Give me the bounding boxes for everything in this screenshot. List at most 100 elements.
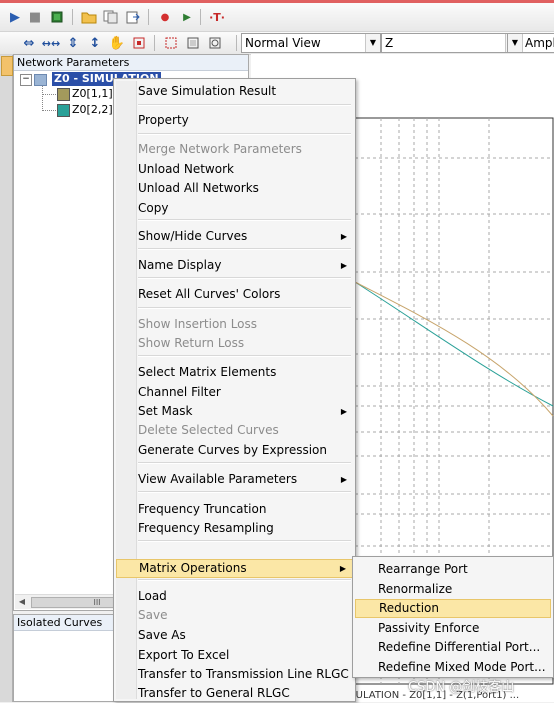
left-dock-strip — [0, 55, 13, 702]
menu-item-transfer-to-transmission-line-rlgc[interactable]: Transfer to Transmission Line RLGC — [116, 665, 353, 684]
stop-icon[interactable]: ■ — [26, 8, 44, 26]
panel-header: Network Parameters — [14, 55, 248, 71]
toolbar-separator — [148, 9, 149, 25]
menu-item-label: Save As — [138, 628, 186, 642]
menu-item-show-hide-curves[interactable]: Show/Hide Curves ▶ — [116, 227, 353, 246]
submenu-item-passivity-enforce[interactable]: Passivity Enforce — [355, 619, 551, 638]
chevron-down-icon: ▼ — [508, 34, 523, 52]
menu-separator — [138, 219, 351, 221]
text-tool-icon[interactable]: ·T· — [208, 8, 226, 26]
menu-item-label: Export To Excel — [138, 648, 230, 662]
menu-item-property[interactable]: Property — [116, 111, 353, 130]
tree-collapse-toggle[interactable]: − — [20, 74, 32, 86]
menu-item-label: Unload All Networks — [138, 181, 259, 195]
curve-color-swatch[interactable] — [57, 104, 70, 117]
chip-icon[interactable] — [48, 8, 66, 26]
select-rect-icon[interactable] — [162, 34, 180, 52]
menu-item-name-display[interactable]: Name Display ▶ — [116, 256, 353, 275]
menu-item-matrix-operations[interactable]: Matrix Operations ▶ — [116, 559, 353, 578]
toolbar-separator — [236, 35, 237, 51]
menu-separator — [138, 307, 351, 309]
menu-item-transfer-to-general-rlgc[interactable]: Transfer to General RLGC — [116, 684, 353, 703]
menu-separator — [138, 491, 351, 493]
toolbar-separator — [154, 35, 155, 51]
menu-item-export-to-excel[interactable]: Export To Excel — [116, 646, 353, 665]
submenu-arrow-icon: ▶ — [340, 475, 347, 484]
reset-zoom-icon[interactable] — [206, 34, 224, 52]
menu-separator — [138, 277, 351, 279]
menu-item-label: Show Return Loss — [138, 336, 245, 350]
menu-item-copy[interactable]: Copy — [116, 199, 353, 218]
menu-item-save: Save — [116, 606, 353, 625]
submenu-item-redefine-differential-port[interactable]: Redefine Differential Port... — [355, 638, 551, 657]
submenu-item-label: Redefine Mixed Mode Port... — [378, 659, 546, 674]
menu-item-label: Transfer to Transmission Line RLGC — [138, 667, 349, 681]
menu-separator — [138, 540, 351, 542]
menu-separator — [138, 579, 351, 581]
menu-item-save-simulation-result[interactable]: Save Simulation Result — [116, 82, 353, 101]
menu-item-select-matrix-elements[interactable]: Select Matrix Elements — [116, 363, 353, 382]
menu-item-label: Delete Selected Curves — [138, 423, 279, 437]
submenu-arrow-icon: ▶ — [340, 232, 347, 241]
menu-item-frequency-truncation[interactable]: Frequency Truncation — [116, 500, 353, 519]
menu-item-label: Unload Network — [138, 162, 234, 176]
parameter-select[interactable]: Z ▼ — [381, 33, 521, 53]
play-icon[interactable]: ▶ — [6, 8, 24, 26]
step-icon[interactable]: ▶ — [178, 8, 196, 26]
copy-network-icon[interactable] — [102, 8, 120, 26]
submenu-item-renormalize[interactable]: Renormalize — [355, 580, 551, 599]
menu-item-label: Load — [138, 589, 167, 603]
view-mode-select[interactable]: Normal View ▼ — [241, 33, 381, 53]
menu-item-label: Property — [138, 113, 189, 127]
fit-icon[interactable] — [184, 34, 202, 52]
zoom-box-icon[interactable] — [130, 34, 148, 52]
menu-item-label: Set Mask — [138, 404, 193, 418]
menu-item-frequency-resampling[interactable]: Frequency Resampling — [116, 519, 353, 538]
curve-color-swatch[interactable] — [57, 88, 70, 101]
submenu-item-label: Rearrange Port — [378, 562, 468, 576]
export-icon[interactable] — [124, 8, 142, 26]
main-toolbar: ▶ ■ ● ▶ ·T· — [0, 3, 554, 32]
tree-line — [42, 94, 56, 96]
view-toolbar: ⇔ ↔↔ ⇕ ↕ ✋ Normal View ▼ Z ▼ ▼ Ampl — [0, 32, 554, 55]
pan-horizontal-icon[interactable]: ⇔ — [20, 34, 38, 52]
menu-item-reset-all-curves-colors[interactable]: Reset All Curves' Colors — [116, 285, 353, 304]
chevron-down-icon: ▼ — [365, 34, 380, 52]
format-select[interactable]: ▼ Ampl — [507, 33, 554, 53]
menu-item-save-as[interactable]: Save As — [116, 626, 353, 645]
submenu-item-label: Reduction — [379, 601, 439, 615]
submenu-item-reduction[interactable]: Reduction — [355, 599, 551, 618]
submenu-arrow-icon: ▶ — [340, 261, 347, 270]
menu-item-label: Frequency Resampling — [138, 521, 274, 535]
submenu-arrow-icon: ▶ — [340, 407, 347, 416]
menu-item-load[interactable]: Load — [116, 587, 353, 606]
menu-item-set-mask[interactable]: Set Mask ▶ — [116, 402, 353, 421]
dock-tab[interactable] — [1, 56, 13, 76]
toolbar-separator — [200, 9, 201, 25]
zoom-horizontal-icon[interactable]: ↔↔ — [42, 34, 60, 52]
menu-separator — [138, 133, 351, 135]
menu-item-unload-all-networks[interactable]: Unload All Networks — [116, 179, 353, 198]
toolbar-separator — [72, 9, 73, 25]
submenu-item-label: Passivity Enforce — [378, 620, 480, 635]
menu-item-channel-filter[interactable]: Channel Filter — [116, 383, 353, 402]
zoom-vertical-icon[interactable]: ↕ — [86, 34, 104, 52]
menu-separator — [138, 248, 351, 250]
submenu-item-rearrange-port[interactable]: Rearrange Port — [355, 560, 551, 579]
open-folder-icon[interactable] — [80, 8, 98, 26]
view-mode-value: Normal View — [245, 36, 321, 50]
menu-item-view-available-parameters[interactable]: View Available Parameters ▶ — [116, 470, 353, 489]
menu-item-generate-curves-by-expression[interactable]: Generate Curves by Expression — [116, 441, 353, 460]
hand-icon[interactable]: ✋ — [108, 34, 126, 52]
pan-vertical-icon[interactable]: ⇕ — [64, 34, 82, 52]
submenu-item-label: Redefine Differential Port... — [378, 640, 541, 654]
menu-item-label: Show Insertion Loss — [138, 317, 258, 331]
menu-item-label: Name Display — [138, 258, 222, 272]
matrix-operations-submenu: Rearrange Port Renormalize Reduction Passiv… — [352, 556, 554, 678]
menu-item-label: Select Matrix Elements — [138, 365, 277, 379]
scroll-left-icon[interactable]: ◀ — [16, 596, 28, 608]
submenu-item-redefine-mixed-mode-port[interactable]: Redefine Mixed Mode Port... — [355, 658, 551, 677]
record-icon[interactable]: ● — [156, 8, 174, 26]
menu-item-unload-network[interactable]: Unload Network — [116, 160, 353, 179]
parameter-value: Z — [385, 36, 394, 50]
